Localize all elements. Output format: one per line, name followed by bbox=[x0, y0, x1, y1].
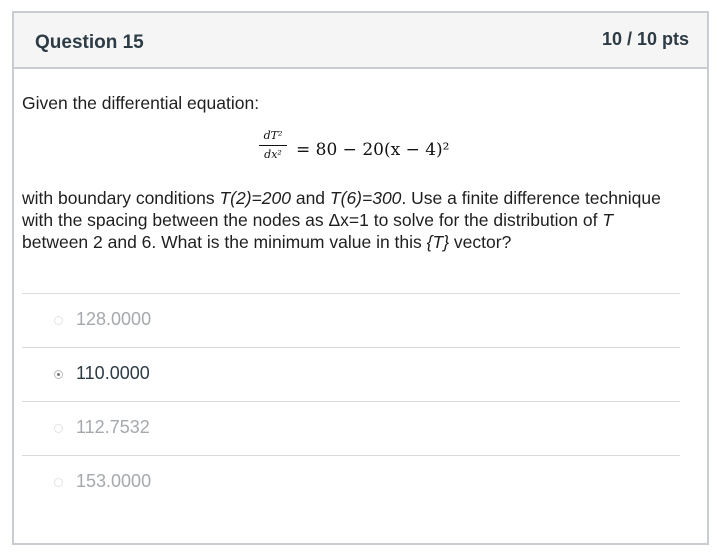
question-header: Question 15 10 / 10 pts bbox=[14, 13, 707, 69]
question-title: Question 15 bbox=[35, 32, 144, 53]
text-part-4: between 2 and 6. What is the minimum val… bbox=[22, 232, 427, 252]
boundary-condition-2: T(6)=300 bbox=[329, 188, 402, 208]
equation-denominator: dx² bbox=[264, 148, 282, 161]
differential-equation: dT² dx² = 80 − 20(x − 4)² bbox=[256, 127, 556, 177]
answer-label: 128.0000 bbox=[76, 309, 152, 329]
radio-button-selected[interactable] bbox=[54, 370, 63, 379]
answer-option[interactable]: 110.0000 bbox=[22, 347, 680, 401]
radio-button[interactable] bbox=[54, 424, 63, 433]
answer-label: 112.7532 bbox=[76, 417, 150, 437]
variable-t: T bbox=[602, 210, 614, 230]
text-part-2: and bbox=[290, 188, 330, 208]
question-text: with boundary conditions T(2)=200 and T(… bbox=[22, 187, 682, 253]
vector-t: {T} bbox=[426, 232, 450, 252]
answer-option[interactable]: 112.7532 bbox=[22, 401, 680, 455]
question-intro: Given the differential equation: bbox=[22, 93, 260, 113]
radio-button[interactable] bbox=[54, 316, 63, 325]
answer-list: 128.0000 110.0000 112.7532 153.0000 bbox=[22, 293, 680, 509]
answer-label: 110.0000 bbox=[76, 363, 150, 383]
fraction-bar bbox=[259, 145, 287, 146]
equation-rhs: = 80 − 20(x − 4)² bbox=[296, 140, 450, 160]
text-part-5: vector? bbox=[449, 232, 512, 252]
answer-option[interactable]: 128.0000 bbox=[22, 293, 680, 347]
equation-numerator: dT² bbox=[263, 129, 283, 142]
answer-option[interactable]: 153.0000 bbox=[22, 455, 680, 509]
radio-button[interactable] bbox=[54, 478, 63, 487]
boundary-condition-1: T(2)=200 bbox=[219, 188, 291, 208]
text-part-1: with boundary conditions bbox=[22, 188, 220, 208]
answer-label: 153.0000 bbox=[76, 471, 152, 491]
equation-fraction: dT² dx² bbox=[256, 129, 290, 162]
question-points: 10 / 10 pts bbox=[601, 29, 689, 49]
